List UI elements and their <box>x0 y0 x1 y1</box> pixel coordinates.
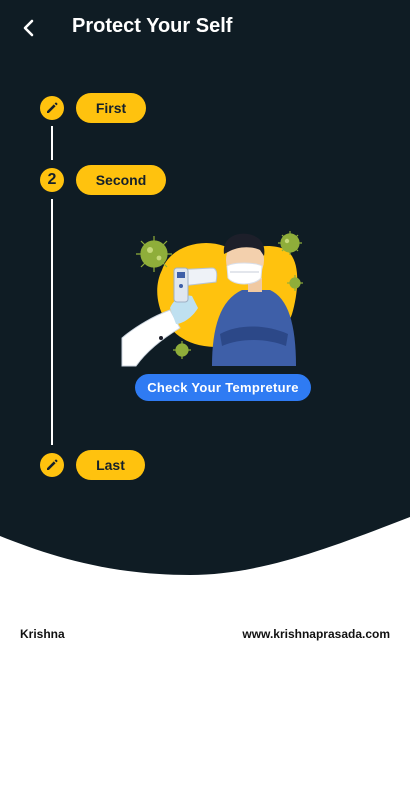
pencil-icon <box>47 459 58 470</box>
step-number: 2 <box>47 171 57 188</box>
step-label-second[interactable]: Second <box>76 165 166 195</box>
footer-website-link[interactable]: www.krishnaprasada.com <box>242 627 390 641</box>
back-button[interactable] <box>14 14 42 42</box>
step-connector-1 <box>51 126 53 160</box>
page-title: Protect Your Self <box>72 15 233 37</box>
check-temperature-button[interactable]: Check Your Tempreture <box>135 374 311 401</box>
step-connector-2 <box>51 199 53 445</box>
footer-author: Krishna <box>20 627 65 641</box>
pencil-icon <box>47 102 58 113</box>
step-marker-second[interactable]: 2 <box>40 168 64 192</box>
temperature-check-illustration <box>121 231 303 367</box>
step-marker-first[interactable] <box>40 96 64 120</box>
app-bar: Protect Your Self <box>0 0 410 56</box>
step-label-last[interactable]: Last <box>76 450 145 480</box>
step-marker-last[interactable] <box>40 453 64 477</box>
step-label-first[interactable]: First <box>76 93 146 123</box>
arrow-back-icon <box>23 19 34 37</box>
